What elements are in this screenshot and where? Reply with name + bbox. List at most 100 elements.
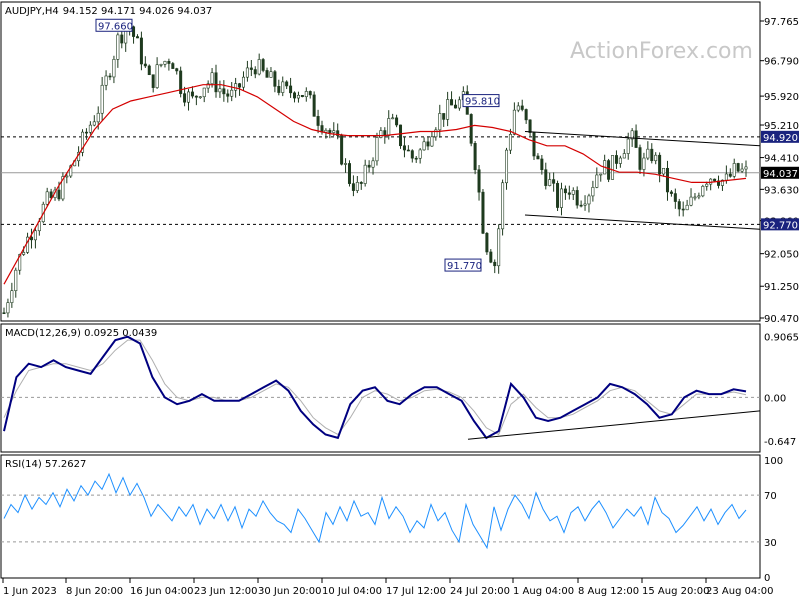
price-tick-label: 92.050 bbox=[764, 250, 799, 261]
candle-body bbox=[485, 233, 489, 253]
time-tick-label: 23 Aug 04:00 bbox=[706, 586, 773, 597]
macd-title: MACD(12,26,9) 0.0925 0.0439 bbox=[5, 328, 157, 339]
candle-body bbox=[422, 141, 426, 151]
candle-body bbox=[367, 164, 371, 168]
candle-body bbox=[84, 131, 88, 134]
price-tick-label: 93.630 bbox=[764, 185, 799, 196]
candle-body bbox=[402, 145, 406, 151]
candle-body bbox=[450, 99, 454, 106]
candle-body bbox=[57, 189, 61, 200]
candle-body bbox=[238, 83, 242, 88]
candle-body bbox=[697, 195, 701, 198]
candle-body bbox=[375, 137, 379, 162]
candle-body bbox=[446, 99, 450, 120]
candle-body bbox=[112, 59, 116, 78]
price-tick-label: 95.920 bbox=[764, 92, 799, 103]
candle-body bbox=[736, 163, 740, 172]
candle-body bbox=[681, 208, 685, 211]
candle-body bbox=[379, 130, 383, 138]
candle-body bbox=[171, 63, 175, 69]
price-pane-title: AUDJPY,H4 94.152 94.171 94.026 94.037 bbox=[5, 6, 212, 17]
candle-body bbox=[501, 182, 505, 230]
candle-body bbox=[222, 88, 226, 95]
time-tick-label: 10 Jul 04:00 bbox=[322, 586, 382, 597]
candle-body bbox=[614, 155, 618, 164]
annotation-label: 95.810 bbox=[465, 97, 500, 108]
candle-body bbox=[520, 105, 524, 110]
candle-body bbox=[226, 93, 230, 97]
candle-body bbox=[261, 59, 265, 71]
candle-body bbox=[116, 34, 120, 60]
candle-body bbox=[728, 173, 732, 177]
time-tick-label: 23 Jun 12:00 bbox=[194, 586, 258, 597]
candle-body bbox=[29, 236, 33, 241]
ohlc-values: 94.152 94.171 94.026 94.037 bbox=[63, 6, 213, 17]
candle-body bbox=[665, 167, 669, 193]
annotation-label: 91.770 bbox=[447, 261, 482, 272]
candle-body bbox=[198, 96, 202, 99]
candle-body bbox=[135, 36, 139, 39]
candle-body bbox=[300, 94, 304, 98]
candle-body bbox=[406, 149, 410, 152]
candle-body bbox=[544, 169, 548, 186]
time-tick-label: 1 Jun 2023 bbox=[3, 586, 57, 597]
candle-body bbox=[497, 228, 501, 267]
candle-body bbox=[540, 158, 544, 171]
candle-body bbox=[22, 252, 26, 255]
candle-body bbox=[626, 138, 630, 154]
candle-body bbox=[642, 157, 646, 170]
candle-body bbox=[453, 104, 457, 109]
candle-body bbox=[744, 166, 748, 170]
candle-body bbox=[269, 71, 273, 78]
candle-body bbox=[414, 157, 418, 160]
candle-body bbox=[202, 87, 206, 98]
candle-body bbox=[249, 67, 253, 70]
candle-body bbox=[693, 196, 697, 199]
macd-tick-label: 0.9065 bbox=[764, 332, 799, 343]
price-tick-label: 96.790 bbox=[764, 57, 799, 68]
time-tick-label: 17 Jul 12:00 bbox=[386, 586, 446, 597]
candle-body bbox=[308, 91, 312, 96]
candle-body bbox=[10, 290, 14, 303]
candle-body bbox=[740, 168, 744, 172]
candle-body bbox=[489, 251, 493, 263]
candle-body bbox=[312, 94, 316, 117]
watermark: ActionForex.com bbox=[570, 39, 753, 64]
candle-body bbox=[218, 88, 222, 93]
candle-body bbox=[355, 182, 359, 191]
candle-body bbox=[159, 63, 163, 66]
candle-body bbox=[363, 164, 367, 184]
candle-body bbox=[469, 114, 473, 144]
candle-body bbox=[190, 91, 194, 97]
time-tick-label: 1 Aug 04:00 bbox=[513, 586, 574, 597]
candle-body bbox=[96, 112, 100, 123]
candle-body bbox=[442, 113, 446, 120]
candle-body bbox=[347, 163, 351, 184]
candle-body bbox=[481, 191, 485, 234]
candle-body bbox=[658, 154, 662, 175]
candle-body bbox=[638, 147, 642, 170]
chart-canvas: ActionForex.com AUDJPY,H4 94.152 94.171 9… bbox=[0, 0, 800, 600]
price-level-label: 94.037 bbox=[763, 169, 798, 180]
candle-body bbox=[359, 182, 363, 184]
candle-body bbox=[257, 59, 261, 75]
candle-body bbox=[426, 141, 430, 147]
price-level-label: 92.770 bbox=[763, 220, 798, 231]
candle-body bbox=[6, 302, 10, 314]
candle-body bbox=[571, 190, 575, 195]
candle-body bbox=[418, 149, 422, 159]
candle-body bbox=[120, 34, 124, 44]
symbol-timeframe: AUDJPY,H4 bbox=[5, 6, 59, 17]
candle-body bbox=[607, 160, 611, 180]
candle-body bbox=[732, 163, 736, 177]
candle-body bbox=[33, 230, 37, 241]
candle-body bbox=[92, 121, 96, 126]
candle-body bbox=[383, 130, 387, 136]
candle-body bbox=[234, 83, 238, 91]
price-level-label: 94.920 bbox=[763, 133, 798, 144]
candle-body bbox=[634, 130, 638, 148]
time-tick-label: 8 Jun 20:00 bbox=[66, 586, 123, 597]
candle-body bbox=[253, 69, 257, 75]
candle-body bbox=[583, 203, 587, 206]
candle-body bbox=[194, 95, 198, 98]
